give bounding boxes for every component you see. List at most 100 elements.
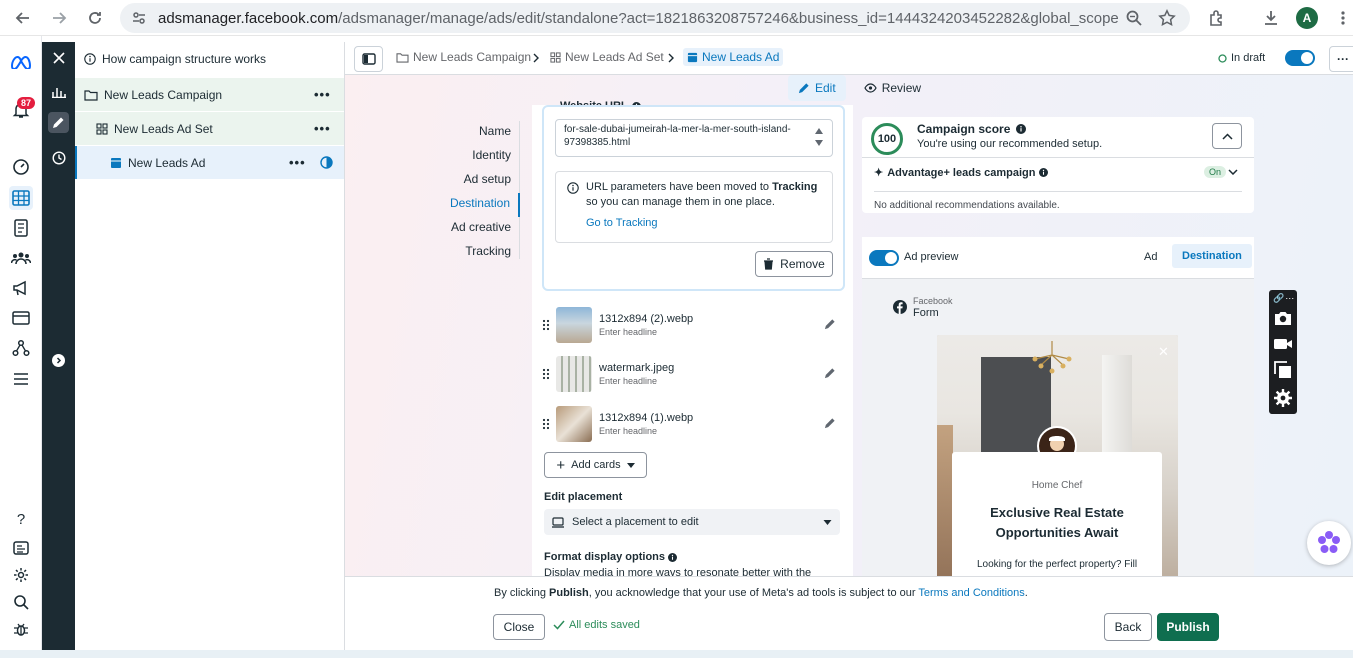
section-nav-identity[interactable]: Identity (440, 145, 519, 169)
news-feed-icon[interactable] (11, 538, 31, 558)
go-to-tracking-link[interactable]: Go to Tracking (586, 216, 824, 231)
reload-icon[interactable] (84, 7, 106, 29)
download-icon[interactable] (1260, 7, 1282, 29)
zoom-icon[interactable] (1125, 9, 1143, 27)
breadcrumb-ad[interactable]: New Leads Ad (683, 48, 784, 66)
asset-headline-placeholder: Enter headline (599, 376, 658, 386)
breadcrumb-adset-label: New Leads Ad Set (565, 50, 664, 64)
campaign-name: New Leads Campaign (104, 87, 223, 102)
help-question-icon[interactable]: ? (11, 509, 31, 529)
terms-and-conditions-link[interactable]: Terms and Conditions (918, 587, 1024, 599)
billing-card-icon[interactable] (11, 308, 31, 328)
edit-asset-pencil-icon[interactable] (824, 318, 836, 330)
tree-item-campaign[interactable]: New Leads Campaign ••• (75, 78, 344, 111)
adset-more-icon[interactable]: ••• (314, 121, 331, 136)
drag-handle-icon[interactable] (542, 319, 550, 331)
chevron-down-icon[interactable] (1228, 169, 1238, 175)
back-button[interactable]: Back (1104, 613, 1152, 641)
section-nav-ad-creative[interactable]: Ad creative (440, 217, 519, 241)
url-text[interactable]: adsmanager.facebook.com/adsmanager/manag… (158, 10, 1118, 27)
edit-asset-pencil-icon[interactable] (824, 367, 836, 379)
placement-select[interactable]: Select a placement to edit (544, 509, 840, 535)
folder-icon (396, 52, 409, 63)
collapse-score-button[interactable] (1212, 123, 1242, 149)
copy-windows-icon[interactable] (1273, 360, 1293, 380)
reports-icon[interactable] (11, 218, 31, 238)
events-manager-icon[interactable] (11, 338, 31, 358)
publish-button[interactable]: Publish (1157, 613, 1219, 641)
section-nav-ad-setup[interactable]: Ad setup (440, 169, 519, 193)
ad-form-column: Website URL for-sale-dubai-jumeirah-la-m… (532, 100, 853, 576)
preview-close-icon[interactable]: ✕ (1158, 344, 1169, 360)
toolbar-settings-gear-icon[interactable] (1273, 388, 1293, 408)
meta-logo-icon[interactable] (9, 52, 33, 72)
site-settings-icon[interactable] (130, 9, 148, 27)
asset-row[interactable]: watermark.jpeg Enter headline (542, 352, 845, 396)
expand-chevron-icon[interactable] (48, 350, 69, 371)
more-dots-icon: ··· (1337, 52, 1349, 66)
edit-placement-label: Edit placement (544, 491, 623, 503)
tree-item-ad[interactable]: New Leads Ad ••• (75, 146, 344, 179)
preview-tab-ad[interactable]: Ad (1144, 251, 1157, 263)
ads-manager-table-icon[interactable] (9, 186, 33, 210)
browser-menu-icon[interactable] (1332, 7, 1353, 29)
url-parameters-notice: URL parameters have been moved to Tracki… (555, 171, 833, 243)
structure-help-link[interactable]: How campaign structure works (75, 42, 344, 75)
bookmark-star-icon[interactable] (1158, 9, 1176, 27)
report-bug-icon[interactable] (11, 619, 31, 639)
address-bar[interactable]: adsmanager.facebook.com/adsmanager/manag… (120, 3, 1190, 33)
search-icon[interactable] (11, 592, 31, 612)
ai-assistant-bubble[interactable] (1307, 521, 1351, 565)
screenshot-camera-icon[interactable] (1273, 308, 1293, 328)
dashboard-gauge-icon[interactable] (11, 157, 31, 177)
back-arrow-icon[interactable] (12, 7, 34, 29)
ad-more-icon[interactable]: ••• (289, 155, 306, 170)
tab-edit[interactable]: Edit (788, 75, 846, 101)
audiences-icon[interactable] (11, 248, 31, 268)
breadcrumb-chevron-icon (667, 52, 675, 64)
ad-preview-toggle[interactable] (869, 250, 899, 266)
drag-handle-icon[interactable] (542, 368, 550, 380)
editor-more-button[interactable]: ··· (1329, 46, 1353, 72)
close-editor-icon[interactable] (48, 47, 69, 68)
extensions-puzzle-icon[interactable] (1206, 7, 1228, 29)
close-button[interactable]: Close (493, 614, 545, 640)
advantage-leads-row[interactable]: ✦ Advantage+ leads campaign (874, 166, 1049, 179)
section-nav-destination[interactable]: Destination (440, 193, 520, 217)
section-nav-name[interactable]: Name (440, 121, 519, 145)
tree-item-adset[interactable]: New Leads Ad Set ••• (75, 112, 344, 145)
edit-pencil-icon[interactable] (48, 112, 69, 133)
profile-avatar[interactable]: A (1296, 7, 1318, 29)
remove-button[interactable]: Remove (755, 251, 833, 277)
forward-arrow-icon[interactable] (48, 7, 70, 29)
all-tools-menu-icon[interactable] (11, 369, 31, 389)
asset-row[interactable]: 1312x894 (2).webp Enter headline (542, 303, 845, 347)
score-value: 100 (877, 133, 897, 145)
edit-asset-pencil-icon[interactable] (824, 417, 836, 429)
draft-circle-icon (1218, 53, 1227, 63)
breadcrumb-campaign[interactable]: New Leads Campaign (396, 50, 531, 64)
performance-chart-icon[interactable] (48, 81, 69, 102)
facebook-logo-icon (893, 300, 907, 314)
campaign-more-icon[interactable]: ••• (314, 87, 331, 102)
ad-status-half-circle-icon (320, 156, 333, 169)
breadcrumb-adset[interactable]: New Leads Ad Set (550, 50, 664, 64)
save-status-label: All edits saved (569, 619, 640, 631)
toolbar-link-icon[interactable]: 🔗⋯ (1273, 292, 1294, 304)
asset-row[interactable]: 1312x894 (1).webp Enter headline (542, 402, 845, 446)
add-cards-button[interactable]: + Add cards (544, 452, 647, 478)
website-url-input[interactable]: for-sale-dubai-jumeirah-la-mer-la-mer-so… (555, 119, 833, 157)
ad-on-off-toggle[interactable] (1285, 50, 1315, 66)
asset-thumbnail (556, 307, 592, 343)
drag-handle-icon[interactable] (542, 418, 550, 430)
format-options-label-text: Format display options (544, 551, 666, 563)
preview-tab-destination[interactable]: Destination (1172, 244, 1252, 268)
history-clock-icon[interactable] (48, 147, 69, 168)
record-video-icon[interactable] (1273, 334, 1293, 354)
toggle-panel-button[interactable] (354, 46, 383, 72)
advertising-megaphone-icon[interactable] (11, 278, 31, 298)
resize-arrows-icon[interactable] (814, 126, 824, 148)
settings-gear-icon[interactable] (11, 565, 31, 585)
section-nav-tracking[interactable]: Tracking (440, 241, 519, 265)
tab-review[interactable]: Review (854, 75, 931, 101)
